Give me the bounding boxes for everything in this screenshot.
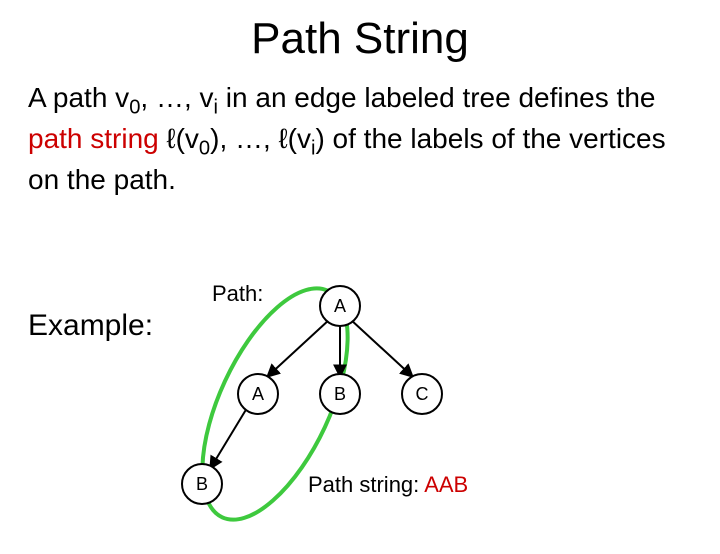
example-label: Example:: [28, 309, 153, 343]
def-seg: in an edge labeled tree defines the: [218, 82, 655, 113]
tree-node-root: A: [320, 286, 360, 326]
tree-edge: [210, 408, 247, 469]
tree-edge: [350, 319, 413, 377]
node-label: B: [196, 474, 208, 494]
def-sub: 0: [129, 97, 140, 119]
page-title: Path String: [0, 14, 720, 64]
path-string-value: AAB: [424, 472, 468, 497]
tree-node-childC: C: [402, 374, 442, 414]
definition-text: A path v0, …, vi in an edge labeled tree…: [28, 80, 684, 197]
tree-node-childB: B: [320, 374, 360, 414]
node-label: B: [334, 384, 346, 404]
def-term: path string: [28, 123, 159, 154]
def-seg: A path v: [28, 82, 129, 113]
def-seg: ℓ(v: [159, 123, 199, 154]
def-seg: , …, v: [140, 82, 213, 113]
node-label: A: [252, 384, 264, 404]
tree-edge: [267, 319, 330, 377]
node-label: A: [334, 296, 346, 316]
node-label: C: [416, 384, 429, 404]
tree-node-childA: A: [238, 374, 278, 414]
def-seg: ), …, ℓ(v: [210, 123, 311, 154]
def-sub: 0: [199, 137, 210, 159]
path-string-caption: Path string:: [308, 472, 424, 497]
path-string-label: Path string: AAB: [308, 472, 468, 498]
tree-node-leafB: B: [182, 464, 222, 504]
